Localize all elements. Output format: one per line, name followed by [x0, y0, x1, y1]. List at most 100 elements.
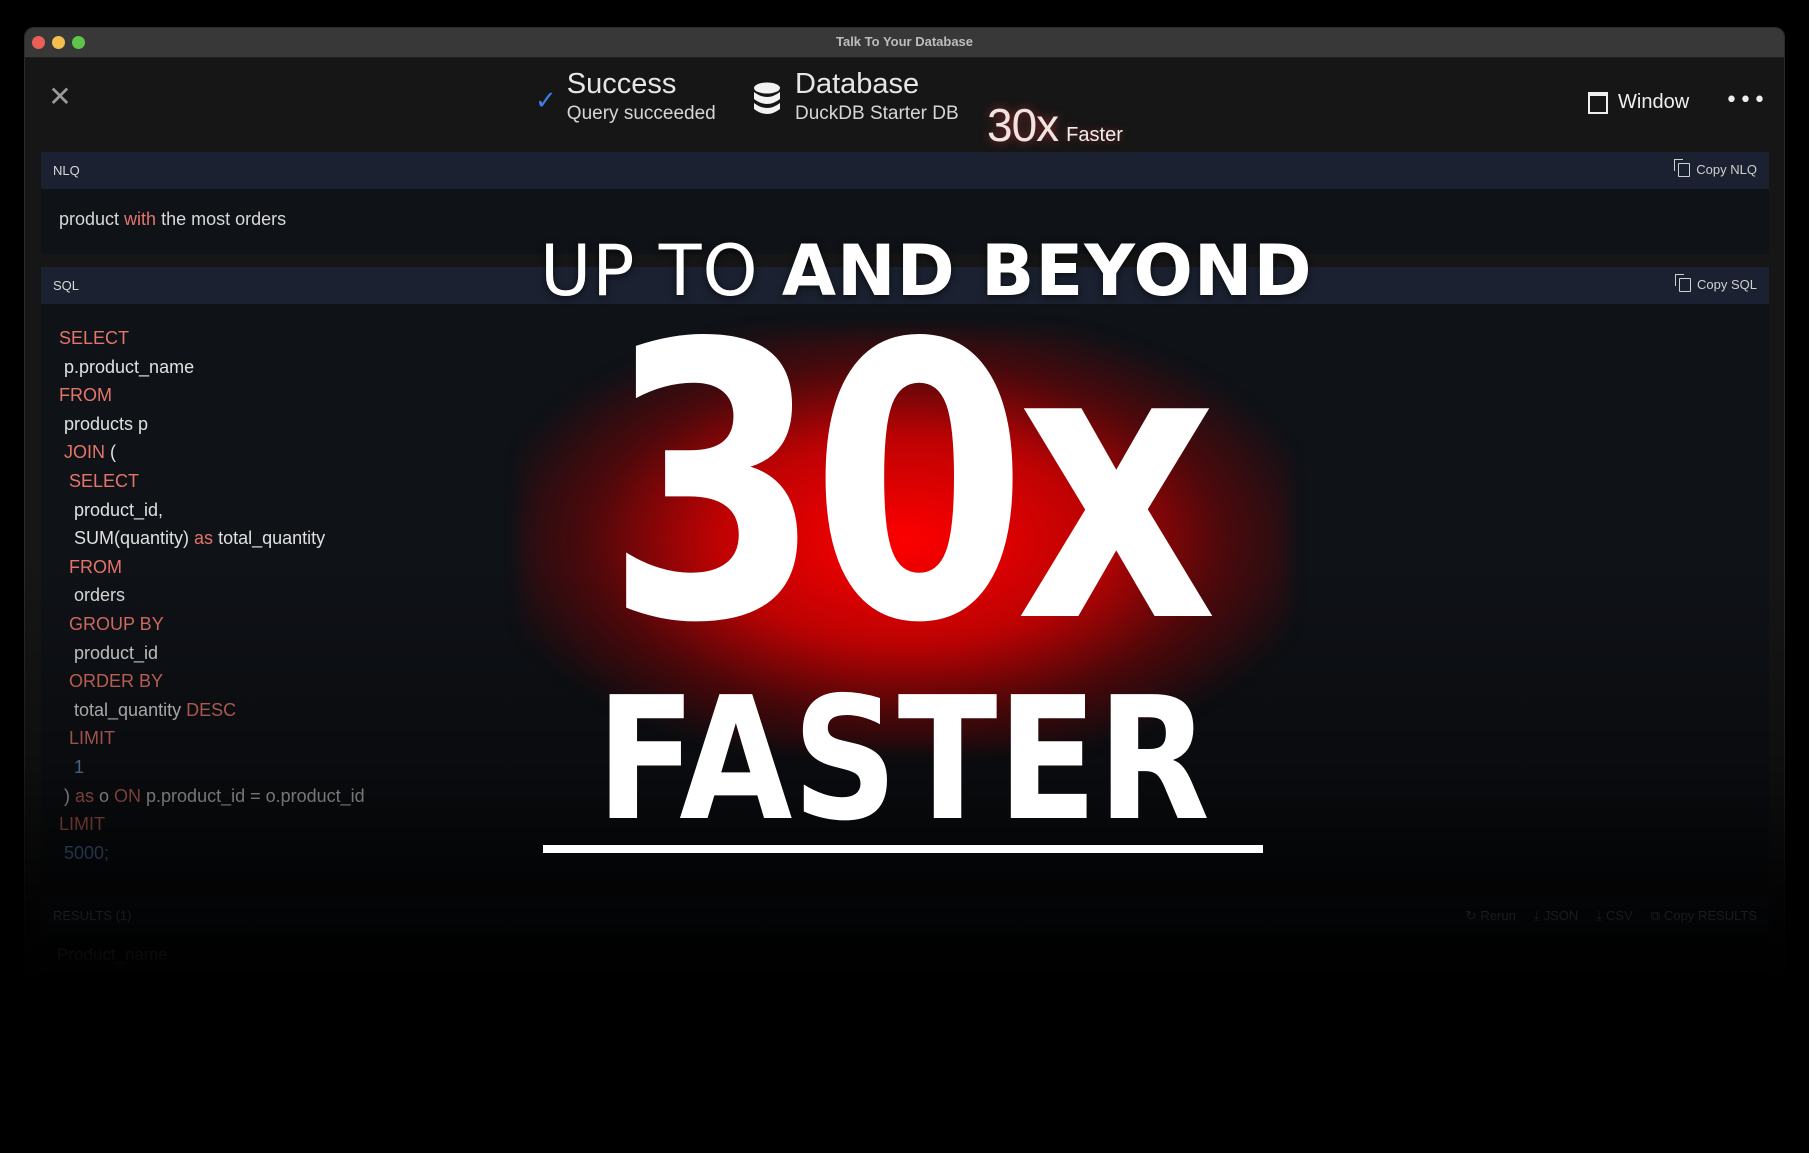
nlq-word: product [59, 209, 125, 229]
window-title: Talk To Your Database [835, 34, 974, 49]
nlq-header: NLQ Copy NLQ [41, 152, 1769, 189]
copy-nlq-label: Copy NLQ [1696, 162, 1757, 177]
status-indicator: ✓ Success Query succeeded [535, 66, 716, 126]
speed-value: 30x [987, 99, 1059, 151]
sql-identifier: p.product_id = o.product_id [141, 785, 365, 806]
download-icon: ⤓ [1596, 908, 1602, 923]
sql-keyword: FROM [59, 556, 122, 577]
sql-code-block[interactable]: SELECT p.product_name FROM products p JOI… [59, 324, 365, 867]
window-mode-label: Window [1618, 91, 1690, 113]
sql-header: SQL Copy SQL [41, 267, 1769, 304]
sql-line: 1 [59, 753, 365, 782]
sql-line: total_quantity DESC [59, 696, 365, 725]
action-label: Rerun [1480, 908, 1516, 923]
sql-identifier: ( [105, 442, 117, 463]
sql-line: products p [59, 410, 365, 439]
nlq-query-text[interactable]: product with the most orders [59, 209, 286, 230]
sql-number: 5000; [59, 842, 110, 863]
sql-line: product_id [59, 639, 365, 668]
download-icon: ⤓ [1533, 908, 1540, 923]
sql-keyword: SELECT [59, 470, 140, 491]
column-header[interactable]: Product_name [57, 945, 168, 965]
sql-line: FROM [59, 553, 365, 582]
results-header: RESULTS (1) ↻ Rerun ⤓ JSON ⤓ CSV ⧉ Copy RESULTS [41, 896, 1769, 933]
sql-identifier: product_id [59, 642, 159, 663]
sql-identifier: p.product_name [59, 356, 195, 377]
nlq-label: NLQ [53, 163, 80, 178]
app-window: Talk To Your Database ✕ ✓ Success Query … [24, 27, 1785, 1153]
sql-keyword: as [194, 528, 214, 549]
database-title: Database [795, 68, 920, 100]
nlq-content: product with the most orders [41, 189, 1769, 254]
more-options-icon[interactable]: ••• [1725, 88, 1767, 113]
sql-identifier: products p [59, 413, 149, 434]
action-label: Copy RESULTS [1664, 908, 1757, 923]
sql-line: LIMIT [59, 724, 365, 753]
sql-line: GROUP BY [59, 610, 365, 639]
json-button[interactable]: ⤓ JSON [1534, 908, 1578, 924]
database-icon [754, 82, 780, 114]
sql-number: 1 [59, 756, 85, 777]
csv-button[interactable]: ⤓ CSV [1596, 908, 1632, 924]
sql-line: SELECT [59, 467, 365, 496]
checkmark-icon: ✓ [535, 86, 557, 116]
sql-keyword: FROM [59, 385, 112, 406]
results-label: RESULTS (1) [53, 908, 132, 923]
copy-icon: ⧉ [1650, 908, 1661, 923]
sql-line: SELECT [59, 324, 365, 353]
sql-keyword: SELECT [59, 328, 130, 348]
sql-line: JOIN ( [59, 438, 365, 467]
sql-identifier: total_quantity [213, 528, 326, 549]
sql-keyword: JOIN [59, 442, 106, 463]
copy-results-button[interactable]: ⧉ Copy RESULTS [1651, 908, 1757, 924]
sql-keyword: LIMIT [59, 728, 116, 749]
nlq-keyword: with [124, 209, 157, 229]
sql-content: SELECT p.product_name FROM products p JOI… [41, 304, 1769, 884]
sql-line: ) as o ON p.product_id = o.product_id [59, 782, 365, 811]
sql-keyword: ORDER BY [59, 671, 164, 692]
sql-keyword: as [75, 785, 95, 806]
sql-identifier: ) [59, 785, 75, 806]
sql-label: SQL [53, 278, 80, 293]
database-name: DuckDB Starter DB [795, 103, 959, 124]
sql-keyword: ON [114, 785, 142, 806]
status-title: Success [566, 68, 677, 100]
action-label: JSON [1543, 908, 1579, 923]
sql-identifier: orders [59, 585, 126, 606]
copy-icon [1674, 158, 1691, 177]
sql-identifier: total_quantity [59, 699, 187, 720]
sql-line: LIMIT [59, 810, 365, 839]
sql-line: product_id, [59, 496, 365, 525]
window-icon [1588, 91, 1608, 114]
sql-line: orders [59, 581, 365, 610]
copy-icon [1675, 273, 1692, 292]
rerun-button[interactable]: ↻ Rerun [1466, 908, 1516, 924]
speed-label: Faster [1066, 124, 1123, 146]
action-label: CSV [1606, 908, 1633, 923]
sql-line: SUM(quantity) as total_quantity [59, 524, 365, 553]
sql-line: 5000; [59, 839, 365, 868]
results-table: Product_name [41, 933, 1769, 1152]
sql-line: p.product_name [59, 353, 365, 382]
title-bar[interactable]: Talk To Your Database [25, 28, 1784, 58]
sql-line: FROM [59, 381, 365, 410]
speed-badge: 30x Faster [987, 98, 1123, 152]
results-actions: ↻ Rerun ⤓ JSON ⤓ CSV ⧉ Copy RESULTS [1466, 908, 1758, 924]
copy-nlq-button[interactable]: Copy NLQ [1674, 158, 1757, 177]
copy-sql-button[interactable]: Copy SQL [1675, 273, 1757, 292]
nlq-word: the most orders [156, 209, 287, 229]
sql-keyword: LIMIT [59, 814, 106, 835]
sql-identifier: product_id, [59, 499, 164, 520]
toolbar: ✕ ✓ Success Query succeeded Database Duc… [25, 58, 1784, 151]
sql-identifier: o [94, 785, 115, 806]
sql-keyword: GROUP BY [59, 613, 164, 634]
window-mode-button[interactable]: Window [1588, 91, 1689, 114]
status-subtitle: Query succeeded [566, 103, 716, 124]
close-icon[interactable]: ✕ [45, 82, 75, 112]
sql-line: ORDER BY [59, 667, 365, 696]
copy-sql-label: Copy SQL [1697, 277, 1757, 292]
sql-identifier: SUM(quantity) [59, 528, 195, 549]
database-indicator[interactable]: Database DuckDB Starter DB [753, 66, 959, 126]
refresh-icon: ↻ [1465, 908, 1477, 923]
sql-keyword: DESC [186, 699, 237, 720]
